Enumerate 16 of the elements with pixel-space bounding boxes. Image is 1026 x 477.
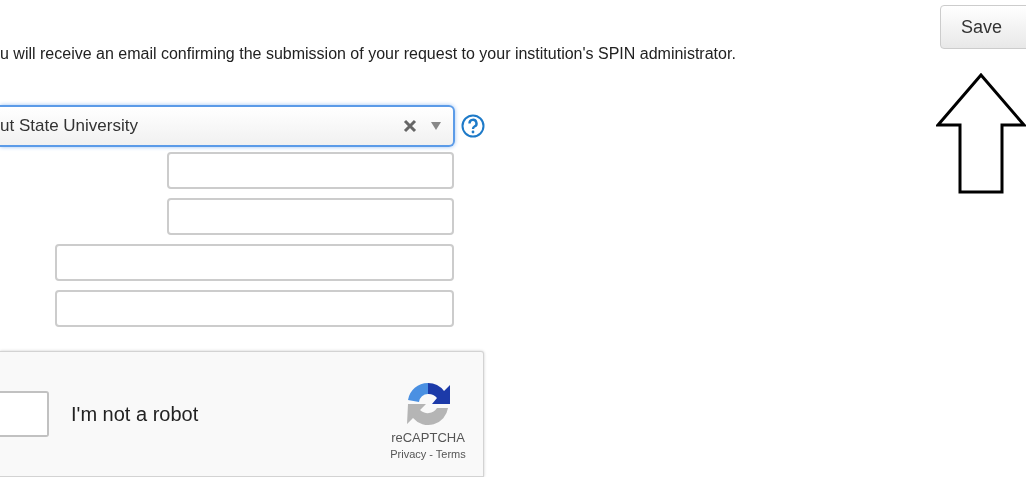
text-field[interactable] [55, 290, 454, 327]
clear-icon[interactable] [403, 119, 417, 133]
recaptcha-logo-icon [404, 380, 452, 426]
text-field[interactable] [167, 152, 454, 189]
intro-text: u will receive an email confirming the submission of your request to your institution's SPIN administrator. [0, 45, 737, 64]
checkbox[interactable] [0, 391, 49, 437]
checkbox-label: I'm not a robot [71, 402, 200, 426]
institution-select[interactable]: ut State University [0, 105, 455, 147]
text-field[interactable] [55, 244, 454, 281]
privacy-terms-link[interactable]: Privacy - Terms [390, 448, 466, 460]
help-icon[interactable] [461, 114, 485, 138]
save-button[interactable]: Save [940, 5, 1026, 49]
up-arrow-icon [936, 73, 1026, 195]
recaptcha-brand: reCAPTCHA [391, 430, 465, 445]
text-field[interactable] [167, 198, 454, 235]
caret-icon[interactable] [431, 122, 441, 130]
